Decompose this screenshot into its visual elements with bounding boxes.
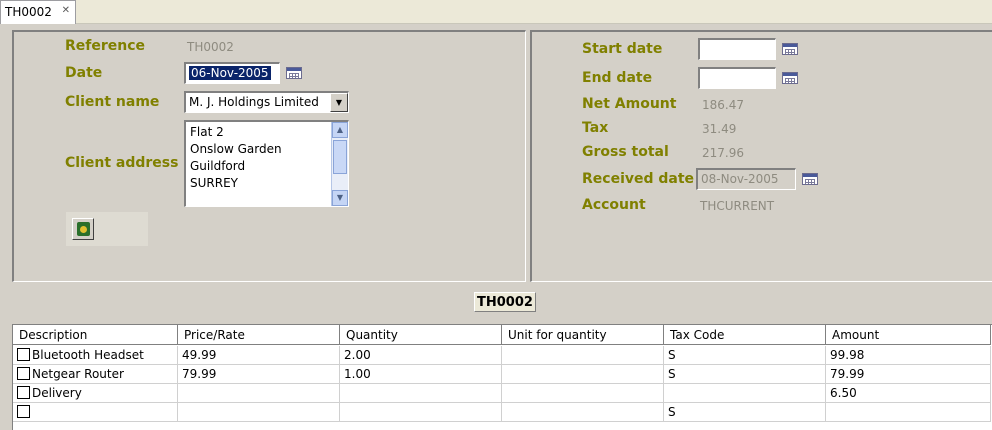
account-label: Account [582, 197, 646, 213]
calendar-icon[interactable] [286, 67, 302, 79]
tab-title: TH0002 [5, 5, 52, 19]
client-address-textarea[interactable]: Flat 2 Onslow Garden Guildford SURREY ▲ … [184, 120, 349, 207]
tab-strip: TH0002 ✕ [0, 0, 992, 25]
row-checkbox[interactable] [17, 348, 30, 361]
amount-cell[interactable]: 99.98 [826, 346, 991, 365]
price-cell[interactable] [178, 384, 340, 403]
received-date-value: 08-Nov-2005 [701, 172, 779, 186]
table-row[interactable]: S [13, 403, 992, 422]
table-row[interactable]: Netgear Router 79.99 1.00 S 79.99 [13, 365, 992, 384]
tax-code-cell[interactable]: S [664, 365, 826, 384]
client-name-label: Client name [65, 94, 160, 110]
row-checkbox[interactable] [17, 386, 30, 399]
date-field[interactable]: 06-Nov-2005 [184, 62, 280, 84]
received-date-field[interactable]: 08-Nov-2005 [696, 168, 796, 190]
column-header[interactable]: Amount [826, 325, 991, 345]
row-checkbox[interactable] [17, 405, 30, 418]
date-label: Date [65, 65, 103, 81]
row-checkbox[interactable] [17, 367, 30, 380]
image-icon [77, 222, 90, 236]
gross-total-value: 217.96 [702, 146, 744, 160]
line-items-table: Description Price/Rate Quantity Unit for… [12, 324, 992, 430]
column-header[interactable]: Price/Rate [178, 325, 340, 345]
amount-cell[interactable] [826, 403, 991, 422]
scroll-thumb[interactable] [333, 140, 347, 174]
scroll-down-icon[interactable]: ▼ [332, 190, 348, 206]
quantity-cell[interactable]: 1.00 [340, 365, 502, 384]
calendar-icon[interactable] [802, 173, 818, 185]
address-line: Flat 2 [190, 125, 224, 139]
end-date-field[interactable] [698, 67, 776, 89]
client-address-label: Client address [65, 155, 179, 171]
quantity-cell[interactable] [340, 384, 502, 403]
client-image-button[interactable] [72, 218, 94, 240]
quantity-cell[interactable] [340, 403, 502, 422]
price-cell[interactable] [178, 403, 340, 422]
end-date-label: End date [582, 70, 653, 86]
table-row[interactable]: Delivery 6.50 [13, 384, 992, 403]
scroll-up-icon[interactable]: ▲ [332, 122, 348, 138]
tax-code-cell[interactable]: S [664, 346, 826, 365]
column-header[interactable]: Unit for quantity [502, 325, 664, 345]
tax-value: 31.49 [702, 122, 737, 136]
net-amount-value: 186.47 [702, 98, 744, 112]
reference-label: Reference [65, 38, 146, 54]
client-name-value: M. J. Holdings Limited [189, 95, 319, 109]
vertical-scrollbar[interactable]: ▲ ▼ [331, 122, 348, 206]
address-line: SURREY [190, 176, 238, 190]
column-header[interactable]: Description [13, 325, 178, 345]
tax-code-cell[interactable]: S [664, 403, 826, 422]
column-header[interactable]: Tax Code [664, 325, 826, 345]
tab-th0002[interactable]: TH0002 ✕ [0, 0, 76, 25]
price-cell[interactable]: 49.99 [178, 346, 340, 365]
net-amount-label: Net Amount [582, 96, 677, 112]
address-line: Guildford [190, 159, 246, 173]
table-row[interactable]: Bluetooth Headset 49.99 2.00 S 99.98 [13, 346, 992, 365]
description-cell[interactable]: Delivery [13, 384, 178, 403]
unit-cell[interactable] [502, 365, 664, 384]
received-date-label: Received date [582, 171, 695, 187]
editor-content: Reference TH0002 Date 06-Nov-2005 Client… [0, 24, 992, 430]
column-header[interactable]: Quantity [340, 325, 502, 345]
calendar-icon[interactable] [782, 43, 798, 55]
date-value: 06-Nov-2005 [189, 66, 271, 80]
price-cell[interactable]: 79.99 [178, 365, 340, 384]
image-area [66, 212, 148, 246]
client-name-select[interactable]: M. J. Holdings Limited ▼ [184, 91, 349, 113]
tax-code-cell[interactable] [664, 384, 826, 403]
description-cell[interactable]: Bluetooth Headset [13, 346, 178, 365]
close-icon[interactable]: ✕ [62, 5, 70, 16]
description-cell[interactable] [13, 403, 178, 422]
gross-total-label: Gross total [582, 144, 669, 160]
account-value: THCURRENT [700, 199, 775, 213]
amount-cell[interactable]: 79.99 [826, 365, 991, 384]
reference-value: TH0002 [187, 40, 234, 54]
description-cell[interactable]: Netgear Router [13, 365, 178, 384]
invoice-details-panel: Reference TH0002 Date 06-Nov-2005 Client… [12, 30, 526, 282]
section-title: TH0002 [474, 292, 536, 312]
invoice-totals-panel: Start date End date Net Amount 186.47 Ta… [530, 30, 992, 282]
unit-cell[interactable] [502, 346, 664, 365]
calendar-icon[interactable] [782, 72, 798, 84]
amount-cell[interactable]: 6.50 [826, 384, 991, 403]
address-line: Onslow Garden [190, 142, 282, 156]
tax-label: Tax [582, 120, 609, 136]
table-header: Description Price/Rate Quantity Unit for… [13, 325, 992, 345]
unit-cell[interactable] [502, 403, 664, 422]
start-date-field[interactable] [698, 38, 776, 60]
quantity-cell[interactable]: 2.00 [340, 346, 502, 365]
chevron-down-icon[interactable]: ▼ [330, 93, 348, 112]
start-date-label: Start date [582, 41, 663, 57]
unit-cell[interactable] [502, 384, 664, 403]
